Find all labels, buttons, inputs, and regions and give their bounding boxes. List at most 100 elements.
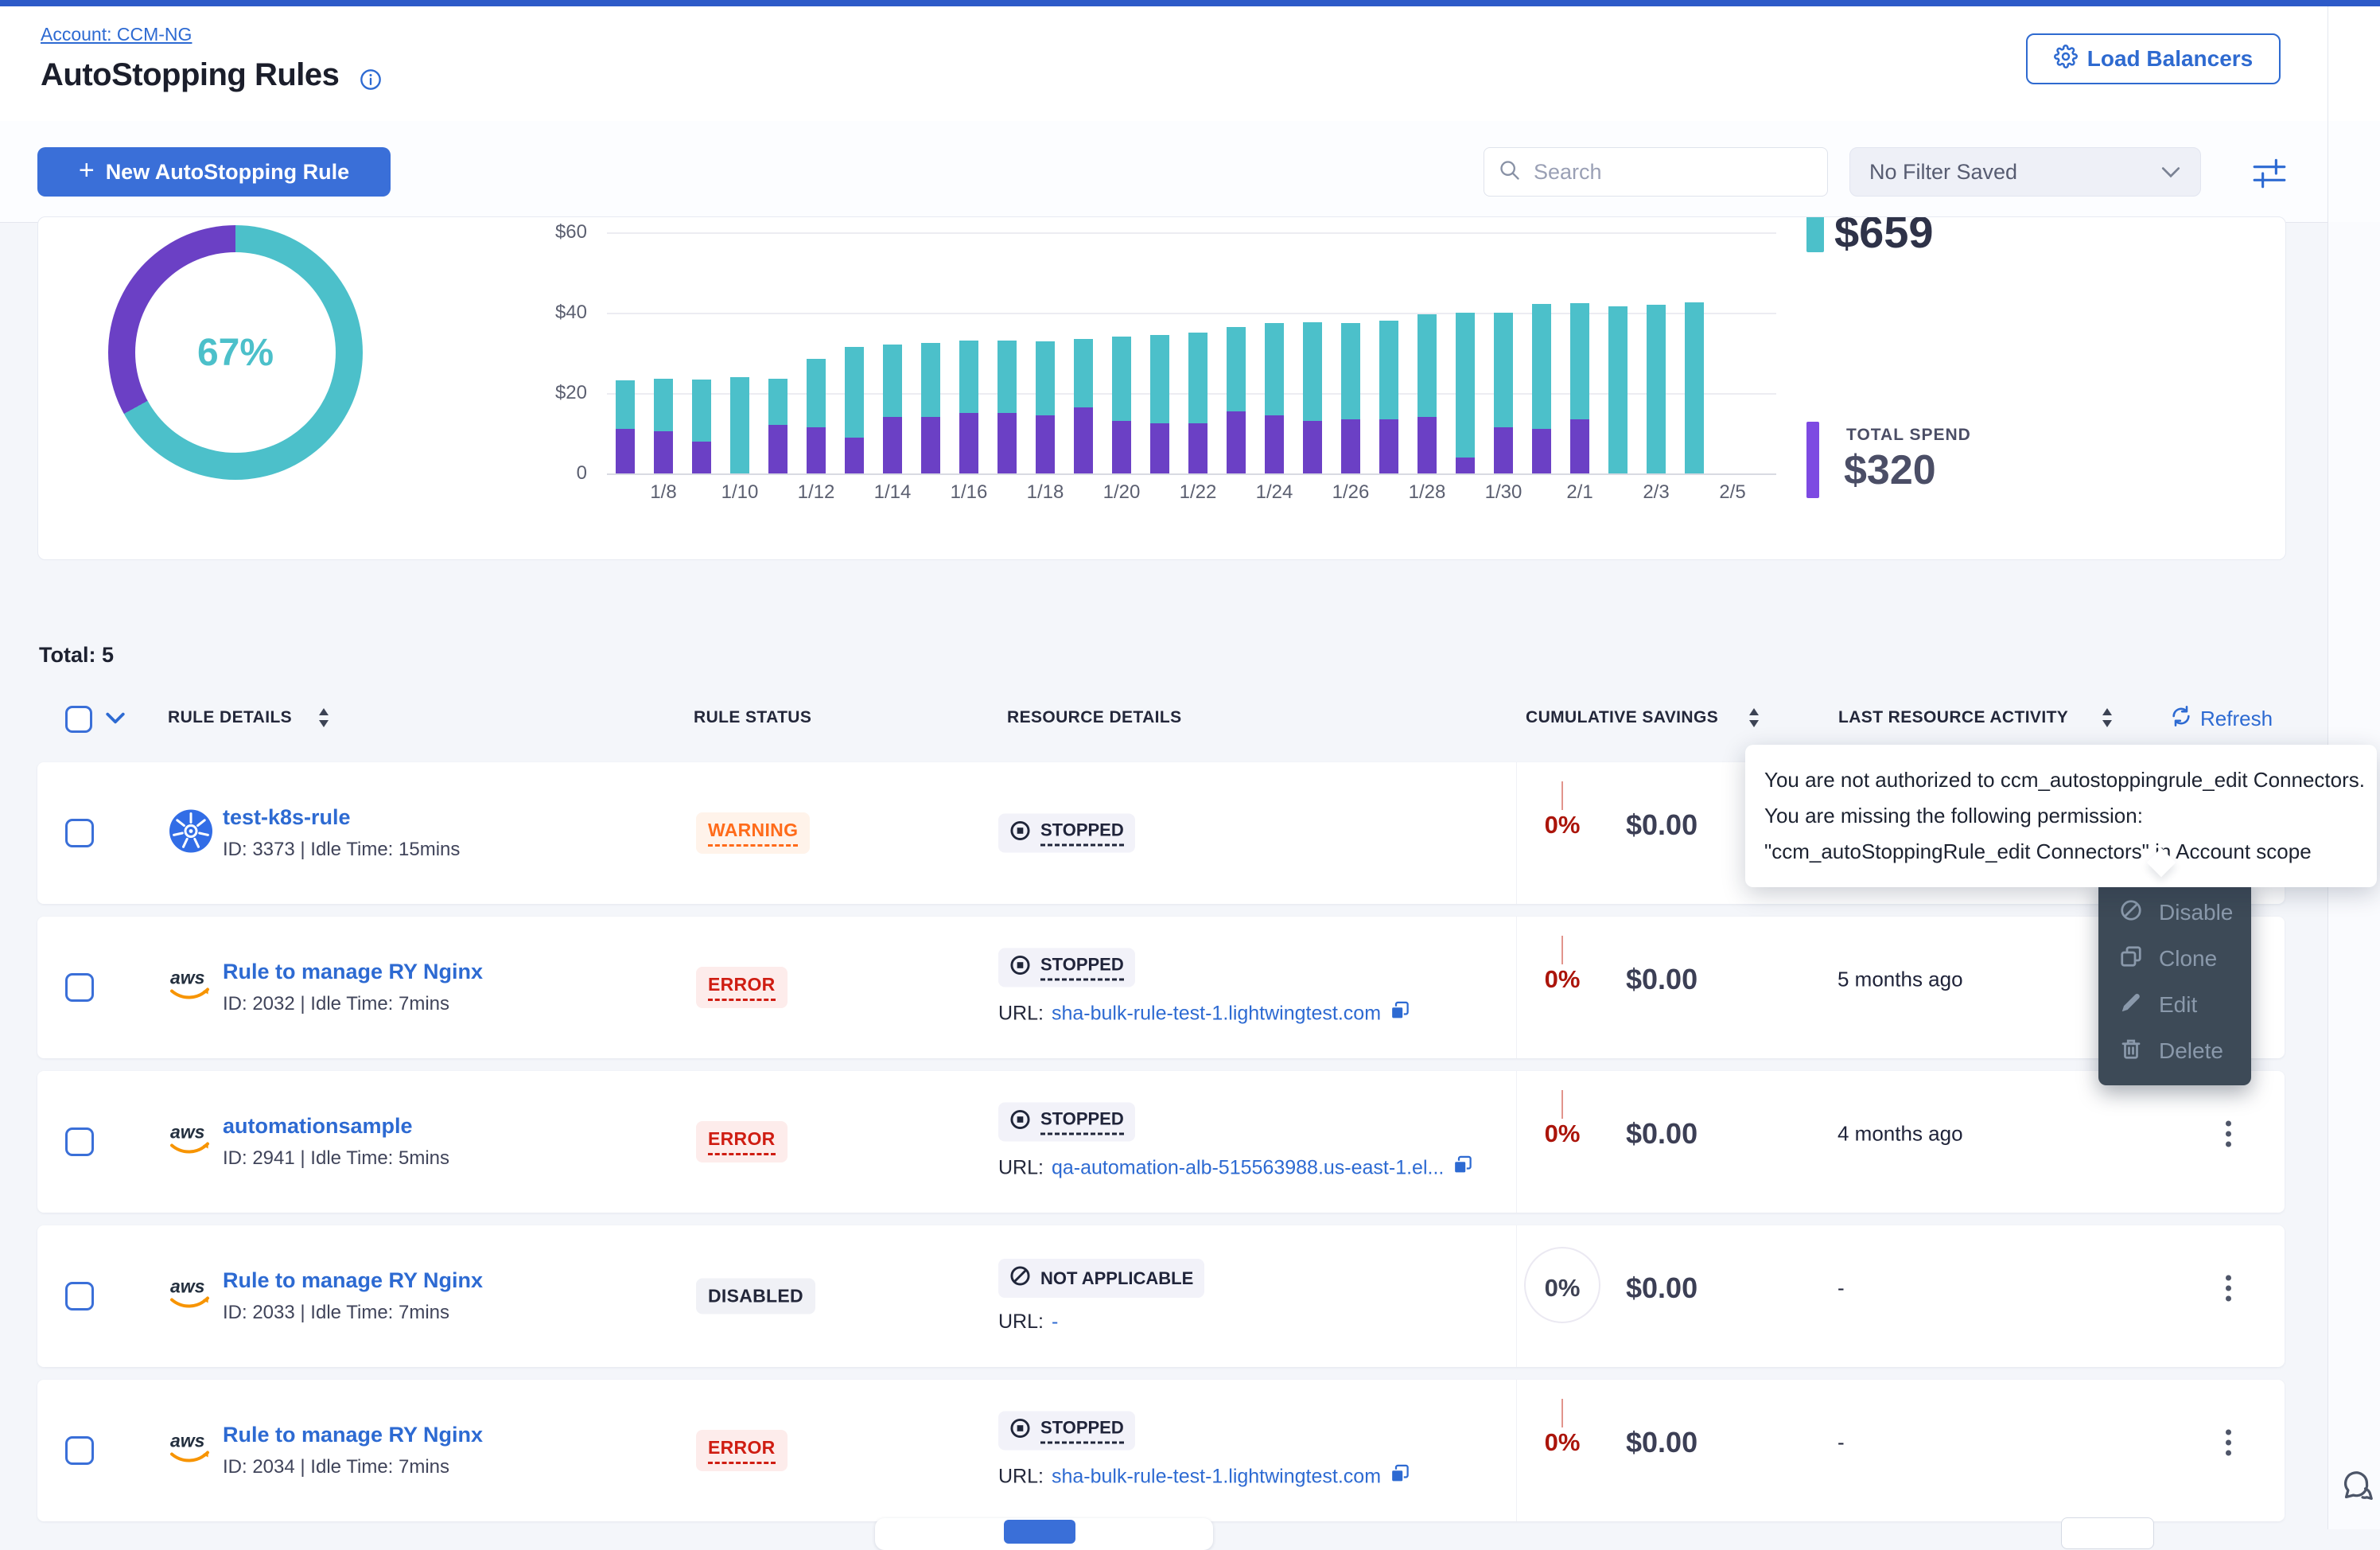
total-count: Total: 5 [39,643,114,668]
new-autostopping-rule-button[interactable]: + New AutoStopping Rule [37,147,391,197]
savings-zero-tick [1561,781,1563,810]
x-axis-label: 1/12 [798,481,835,504]
stop-icon [1009,955,1031,981]
sort-icon[interactable] [2101,707,2114,733]
filter-sliders-icon[interactable] [2251,156,2288,195]
svg-text:aws: aws [170,1276,204,1297]
table-row: aws Rule to manage RY Nginx ID: 2032 | I… [37,917,2285,1058]
refresh-button[interactable]: Refresh [2170,705,2273,733]
rule-name-link[interactable]: Rule to manage RY Nginx [223,960,483,984]
svg-text:aws: aws [170,968,204,988]
savings-amount: $0.00 [1626,808,1698,842]
pagination-size-button[interactable] [2061,1517,2154,1549]
rule-status-cell: WARNING [696,812,810,854]
x-axis-label: 2/5 [1719,481,1745,504]
rule-meta: ID: 2941 | Idle Time: 5mins [223,1147,449,1170]
resource-state-badge: NOT APPLICABLE [998,1259,1204,1298]
rule-meta: ID: 2034 | Idle Time: 7mins [223,1456,483,1478]
savings-percent: 0% [1545,1274,1581,1303]
stop-icon [1009,1109,1031,1135]
breadcrumb-account-link[interactable]: Account: CCM-NG [41,24,192,45]
col-cumulative-savings[interactable]: CUMULATIVE SAVINGS [1526,708,1718,727]
resource-state-badge: STOPPED [998,1412,1135,1451]
last-activity: - [1838,1276,1845,1301]
tooltip-line: "ccm_autoStoppingRule_edit Connectors" i… [1764,834,2358,870]
svg-text:aws: aws [170,1431,204,1451]
stacked-bar [1074,339,1093,473]
resource-url-link[interactable]: qa-automation-alb-515563988.us-east-1.el… [1052,1156,1444,1179]
resource-url-link[interactable]: - [1052,1310,1058,1334]
status-badge: ERROR [696,967,788,1008]
rule-name-link[interactable]: test-k8s-rule [223,805,460,830]
last-activity: 4 months ago [1838,1122,1963,1147]
tooltip-line: You are not authorized to ccm_autostoppi… [1764,762,2358,798]
savings-percent: 0% [1545,1120,1581,1148]
row-checkbox[interactable] [65,1127,94,1156]
refresh-icon [2170,705,2192,733]
rule-name-link[interactable]: automationsample [223,1114,449,1139]
row-checkbox[interactable] [65,1282,94,1310]
chat-bubble-icon[interactable] [2339,1468,2375,1509]
row-checkbox[interactable] [65,1436,94,1465]
resource-url-link[interactable]: sha-bulk-rule-test-1.lightwingtest.com [1052,1465,1381,1488]
delete-icon [2119,1037,2143,1066]
resource-url-link[interactable]: sha-bulk-rule-test-1.lightwingtest.com [1052,1002,1381,1025]
status-badge: DISABLED [696,1279,815,1314]
search-input[interactable] [1532,159,1813,185]
table-row: aws automationsample ID: 2941 | Idle Tim… [37,1071,2285,1213]
load-balancers-button[interactable]: Load Balancers [2026,33,2281,84]
stacked-bar [1188,333,1208,473]
row-actions-kebab[interactable] [2218,1268,2239,1310]
savings-amount: $0.00 [1626,1272,1698,1305]
search-icon [1499,159,1521,185]
x-axis-label: 1/26 [1332,481,1370,504]
resource-state-badge: STOPPED [998,814,1135,853]
gear-icon [2054,45,2078,74]
permission-tooltip: You are not authorized to ccm_autostoppi… [1745,745,2377,887]
select-all-checkbox[interactable] [65,706,92,733]
rule-status-cell: ERROR [696,967,788,1008]
row-checkbox[interactable] [65,819,94,847]
stacked-bar [616,380,635,473]
rule-details-cell: automationsample ID: 2941 | Idle Time: 5… [223,1114,449,1170]
context-menu-item-clone[interactable]: Clone [2098,936,2251,982]
sort-icon[interactable] [317,707,330,733]
rule-name-link[interactable]: Rule to manage RY Nginx [223,1268,483,1293]
aws-icon: aws [169,1121,213,1163]
info-icon[interactable] [360,68,382,95]
total-spend-label: TOTAL SPEND [1846,426,1971,445]
savings-zero-tick [1561,936,1563,964]
context-menu-item-disable[interactable]: Disable [2098,890,2251,936]
table-row: aws Rule to manage RY Nginx ID: 2033 | I… [37,1225,2285,1367]
stacked-bar [921,343,940,473]
column-divider [1516,1225,1517,1367]
col-rule-details[interactable]: RULE DETAILS [168,708,292,727]
clone-icon [2119,944,2143,974]
sort-icon[interactable] [1748,707,1760,733]
col-last-resource-activity[interactable]: LAST RESOURCE ACTIVITY [1838,708,2068,727]
copy-icon[interactable] [1389,1000,1410,1027]
column-divider [1516,917,1517,1058]
row-actions-kebab[interactable] [2218,1113,2239,1155]
row-actions-kebab[interactable] [2218,1422,2239,1464]
context-menu-item-edit[interactable]: Edit [2098,982,2251,1028]
rule-details-cell: Rule to manage RY Nginx ID: 2034 | Idle … [223,1423,483,1478]
select-menu-chevron-icon[interactable] [105,711,126,730]
x-axis-label: 2/1 [1566,481,1592,504]
row-checkbox[interactable] [65,973,94,1002]
x-axis-label: 1/14 [874,481,912,504]
resource-details-cell: STOPPED URL: qa-automation-alb-515563988… [998,1103,1473,1182]
rule-status-cell: ERROR [696,1121,788,1162]
copy-icon[interactable] [1452,1155,1473,1182]
rule-meta: ID: 3373 | Idle Time: 15mins [223,839,460,861]
pagination-active-page[interactable] [1004,1520,1075,1544]
copy-icon[interactable] [1389,1463,1410,1490]
rule-name-link[interactable]: Rule to manage RY Nginx [223,1423,483,1447]
context-menu-item-delete[interactable]: Delete [2098,1028,2251,1074]
rule-details-cell: test-k8s-rule ID: 3373 | Idle Time: 15mi… [223,805,460,861]
total-spend-value: $320 [1844,446,1936,494]
saved-filter-dropdown[interactable]: No Filter Saved [1849,147,2201,197]
savings-amount: $0.00 [1626,1426,1698,1459]
savings-percent: 0% [1545,811,1581,839]
x-axis-label: 1/20 [1103,481,1141,504]
